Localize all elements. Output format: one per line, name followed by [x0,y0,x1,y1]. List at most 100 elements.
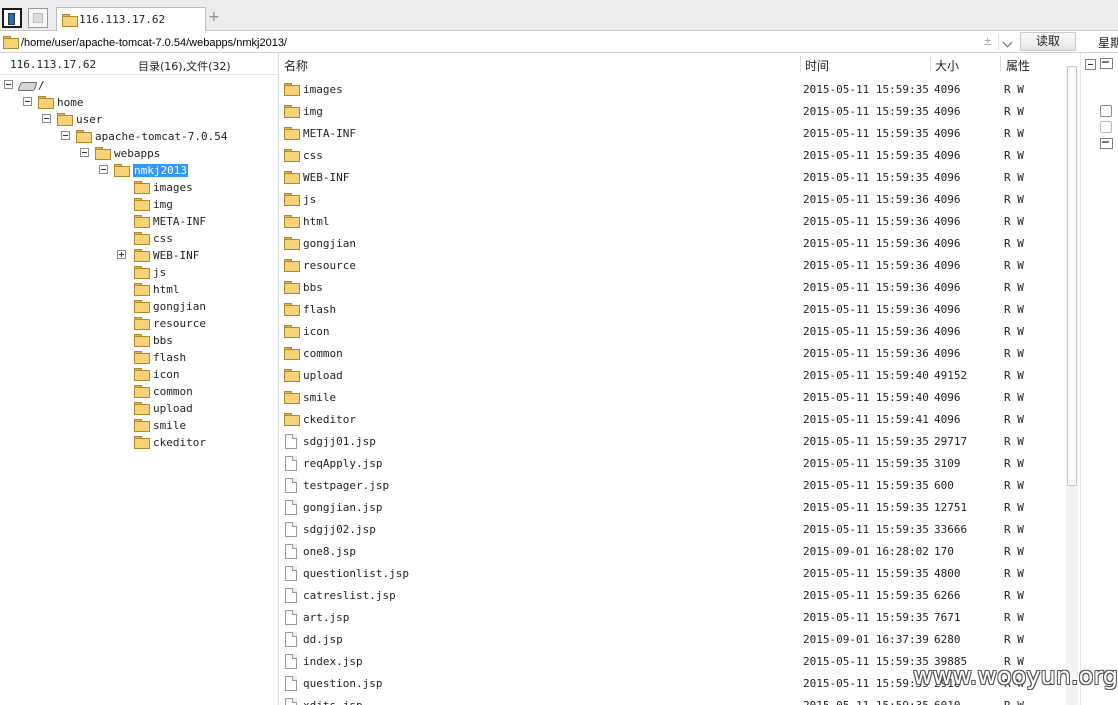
file-row[interactable]: icon 2015-05-11 15:59:36 4096 R W [279,321,1066,343]
tree-node-label[interactable]: common [153,385,193,398]
collapse-icon[interactable] [80,148,89,157]
tree-node-label[interactable]: flash [153,351,186,364]
tree-node-label[interactable]: gongjian [153,300,206,313]
collapse-icon[interactable] [1085,59,1096,70]
file-row[interactable]: smile 2015-05-11 15:59:40 4096 R W [279,387,1066,409]
file-row[interactable]: img 2015-05-11 15:59:35 4096 R W [279,101,1066,123]
tree-node[interactable]: css [0,230,278,247]
tree-node[interactable]: webapps [0,145,278,162]
tree-node[interactable]: img [0,196,278,213]
list-icon[interactable] [1100,138,1113,149]
tree-node[interactable]: META-INF [0,213,278,230]
column-size[interactable]: 大小 [935,57,959,74]
collapse-icon[interactable] [4,80,13,89]
column-divider[interactable] [800,56,801,72]
file-row[interactable]: catreslist.jsp 2015-05-11 15:59:35 6266 R W [279,585,1066,607]
tree-node-label[interactable]: ckeditor [153,436,206,449]
tree-node[interactable]: apache-tomcat-7.0.54 [0,128,278,145]
file-row[interactable]: resource 2015-05-11 15:59:36 4096 R W [279,255,1066,277]
tree-node[interactable]: flash [0,349,278,366]
tree-node[interactable]: WEB-INF [0,247,278,264]
tree-node-label[interactable]: nmkj2013 [133,164,188,177]
file-row[interactable]: common 2015-05-11 15:59:36 4096 R W [279,343,1066,365]
tree-node-label[interactable]: WEB-INF [153,249,199,262]
tree-node[interactable]: js [0,264,278,281]
tree-node[interactable]: html [0,281,278,298]
tree-node-label[interactable]: upload [153,402,193,415]
column-attr[interactable]: 属性 [1006,57,1030,74]
column-name[interactable]: 名称 [284,57,308,74]
tree-node[interactable]: smile [0,417,278,434]
blank-tab-icon[interactable] [28,8,48,28]
tree-node-label[interactable]: webapps [114,147,160,160]
tree-node[interactable]: ckeditor [0,434,278,451]
collapse-icon[interactable] [61,131,70,140]
tree-node-label[interactable]: resource [153,317,206,330]
tree-node-label[interactable]: bbs [153,334,173,347]
path-input[interactable] [21,35,1016,51]
file-row[interactable]: art.jsp 2015-05-11 15:59:35 7671 R W [279,607,1066,629]
tree-node[interactable]: nmkj2013 [0,162,278,179]
file-row[interactable]: bbs 2015-05-11 15:59:36 4096 R W [279,277,1066,299]
tree-node-label[interactable]: apache-tomcat-7.0.54 [95,130,227,143]
tree-node[interactable]: user [0,111,278,128]
tree-node[interactable]: bbs [0,332,278,349]
file-row[interactable]: ckeditor 2015-05-11 15:59:41 4096 R W [279,409,1066,431]
collapse-icon[interactable] [42,114,51,123]
tree-node-label[interactable]: images [153,181,193,194]
tree-node[interactable]: images [0,179,278,196]
file-row[interactable]: META-INF 2015-05-11 15:59:35 4096 R W [279,123,1066,145]
file-row[interactable]: one8.jsp 2015-09-01 16:28:02 170 R W [279,541,1066,563]
file-row[interactable]: dd.jsp 2015-09-01 16:37:39 6280 R W [279,629,1066,651]
vertical-scrollbar[interactable] [1066,66,1078,705]
collapse-icon[interactable] [23,97,32,106]
document-icon[interactable] [1100,121,1112,133]
tree-node[interactable]: resource [0,315,278,332]
tree-node[interactable]: / [0,77,278,94]
file-row[interactable]: js 2015-05-11 15:59:36 4096 R W [279,189,1066,211]
tree-node-label[interactable]: css [153,232,173,245]
panel-toggle-icon[interactable] [2,8,22,28]
read-button[interactable]: 读取 [1020,32,1076,51]
file-row[interactable]: html 2015-05-11 15:59:36 4096 R W [279,211,1066,233]
tree-node-label[interactable]: smile [153,419,186,432]
column-time[interactable]: 时间 [805,57,829,74]
tree-node-label[interactable]: icon [153,368,180,381]
tab-host[interactable]: 116.113.17.62 [56,7,206,32]
file-row[interactable]: css 2015-05-11 15:59:35 4096 R W [279,145,1066,167]
tree-node[interactable]: icon [0,366,278,383]
file-row[interactable]: questionlist.jsp 2015-05-11 15:59:35 4800 R… [279,563,1066,585]
tree-node[interactable]: home [0,94,278,111]
tree-node-label[interactable]: home [57,96,84,109]
terminal-icon[interactable] [1100,105,1112,117]
file-row[interactable]: xdjts.jsp 2015-05-11 15:59:35 6010 R W [279,695,1066,705]
file-row[interactable]: flash 2015-05-11 15:59:36 4096 R W [279,299,1066,321]
collapse-icon[interactable] [99,165,108,174]
tree-node[interactable]: upload [0,400,278,417]
file-row[interactable]: gongjian.jsp 2015-05-11 15:59:35 12751 R W [279,497,1066,519]
tree-node-label[interactable]: user [76,113,103,126]
file-row[interactable]: images 2015-05-11 15:59:35 4096 R W [279,79,1066,101]
file-row[interactable]: gongjian 2015-05-11 15:59:36 4096 R W [279,233,1066,255]
bookmark-icon[interactable]: ± [984,34,991,48]
file-row[interactable]: WEB-INF 2015-05-11 15:59:35 4096 R W [279,167,1066,189]
file-row[interactable]: upload 2015-05-11 15:59:40 49152 R W [279,365,1066,387]
scrollbar-thumb[interactable] [1067,66,1077,486]
tree-node-label[interactable]: META-INF [153,215,206,228]
add-tab-button[interactable]: + [208,9,220,25]
file-row[interactable]: sdgjj01.jsp 2015-05-11 15:59:35 29717 R W [279,431,1066,453]
column-divider[interactable] [930,56,931,72]
file-row[interactable]: sdgjj02.jsp 2015-05-11 15:59:35 33666 R W [279,519,1066,541]
tree-node-label[interactable]: html [153,283,180,296]
expand-icon[interactable] [117,250,126,259]
tree-node[interactable]: gongjian [0,298,278,315]
tree-node-label[interactable]: / [38,79,45,92]
file-row[interactable]: testpager.jsp 2015-05-11 15:59:35 600 R W [279,475,1066,497]
file-row[interactable]: reqApply.jsp 2015-05-11 15:59:35 3109 R W [279,453,1066,475]
tree-node[interactable]: common [0,383,278,400]
column-divider[interactable] [1000,56,1001,72]
tree-node-label[interactable]: img [153,198,173,211]
chevron-down-icon[interactable] [998,33,1016,50]
tree-node-label[interactable]: js [153,266,166,279]
panel-icon[interactable] [1100,58,1113,69]
